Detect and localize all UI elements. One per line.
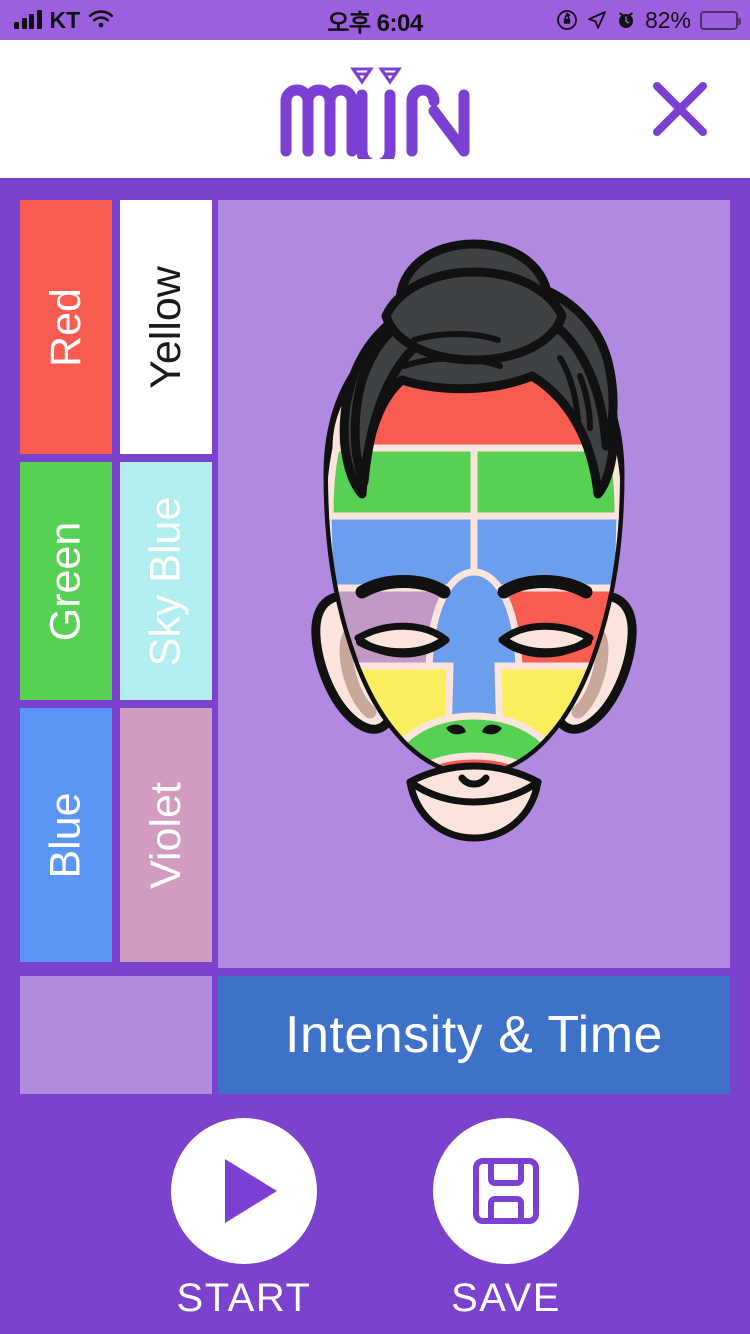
location-arrow-icon (588, 11, 606, 29)
close-icon (653, 82, 707, 136)
save-button[interactable]: SAVE (433, 1118, 579, 1321)
action-bar: START SAVE (0, 1118, 750, 1334)
status-bar: KT 오후 6:04 82% (0, 0, 750, 40)
alarm-clock-icon (618, 12, 633, 28)
battery-full-icon (700, 10, 741, 30)
color-swatch-red[interactable]: Red (20, 200, 112, 454)
miin-logo (260, 59, 490, 171)
face-zone-map (311, 239, 637, 956)
start-button[interactable]: START (171, 1118, 317, 1321)
floppy-disk-icon (473, 1158, 539, 1224)
status-bar-right: 82% (556, 6, 741, 34)
intensity-and-time-label: Intensity & Time (285, 1006, 663, 1064)
lips (406, 762, 542, 842)
start-button-label: START (176, 1276, 312, 1320)
play-icon (225, 1159, 277, 1223)
empty-tile[interactable] (20, 976, 212, 1094)
zone-chin (410, 838, 538, 956)
close-button[interactable] (642, 71, 718, 147)
color-swatch-violet[interactable]: Violet (120, 708, 212, 962)
battery-percent-label: 82% (644, 6, 691, 33)
color-swatch-label: Violet (141, 781, 190, 889)
intensity-and-time-button[interactable]: Intensity & Time (218, 976, 730, 1094)
color-swatch-grid: Red Yellow Green Sky Blue Blue Violet (20, 200, 212, 962)
color-swatch-sky-blue[interactable]: Sky Blue (120, 462, 212, 700)
color-swatch-blue[interactable]: Blue (20, 708, 112, 962)
start-button-circle (171, 1118, 317, 1264)
color-swatch-yellow[interactable]: Yellow (120, 200, 212, 454)
color-swatch-green[interactable]: Green (20, 462, 112, 700)
face-zone-map-panel[interactable] (218, 200, 730, 968)
color-swatch-label: Blue (41, 791, 90, 879)
color-swatch-label: Red (41, 287, 90, 367)
color-swatch-label: Yellow (141, 265, 190, 389)
save-button-circle (433, 1118, 579, 1264)
save-button-label: SAVE (451, 1276, 561, 1320)
color-swatch-label: Green (41, 521, 90, 641)
rotation-lock-icon (557, 10, 577, 30)
main-content: Red Yellow Green Sky Blue Blue Violet In… (0, 178, 750, 1334)
color-swatch-label: Sky Blue (141, 496, 190, 666)
app-header (0, 40, 750, 178)
